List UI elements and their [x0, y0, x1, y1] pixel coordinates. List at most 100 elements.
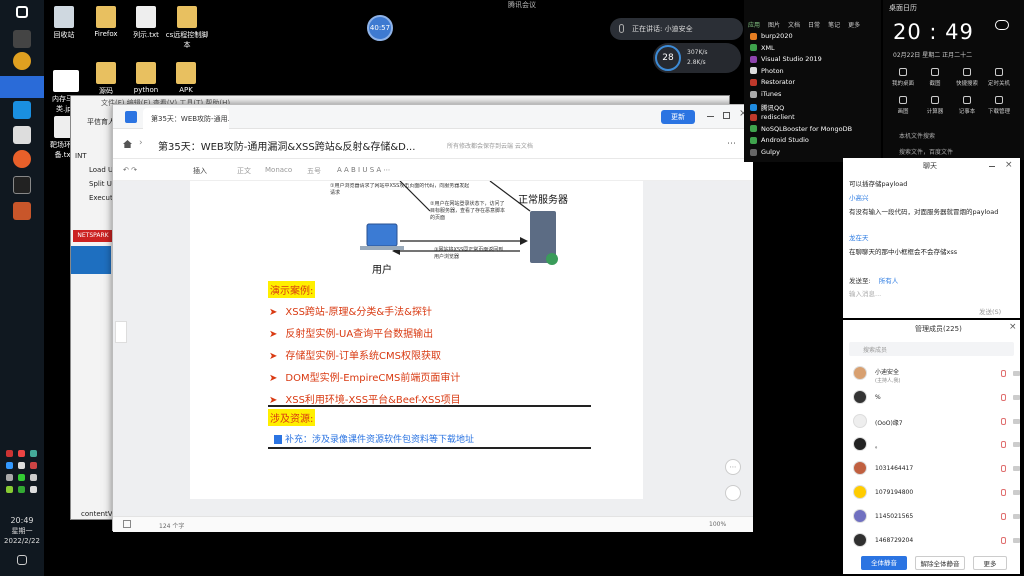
- tray-icon[interactable]: [30, 486, 37, 493]
- chat-input[interactable]: 输入消息...: [849, 288, 881, 298]
- taskbar-time[interactable]: 20:49: [2, 516, 42, 525]
- chevron-right-icon[interactable]: ›: [139, 138, 143, 148]
- baidu-search-input[interactable]: 搜索文件，百度文件: [887, 144, 1020, 156]
- undo-icon[interactable]: ↶ ↷: [123, 166, 137, 174]
- quick-action[interactable]: 记事本: [955, 96, 979, 115]
- video-off-icon[interactable]: [1013, 442, 1020, 448]
- mic-muted-icon[interactable]: [1001, 393, 1006, 401]
- desktop-icon[interactable]: python: [126, 62, 166, 94]
- tray-icon[interactable]: [18, 474, 25, 481]
- app-list-item[interactable]: 腾讯QQ: [750, 102, 784, 112]
- desktop-icon[interactable]: Firefox: [86, 6, 126, 38]
- tray-icon[interactable]: [30, 462, 37, 469]
- member-row[interactable]: 。: [853, 437, 1023, 453]
- app-list-item[interactable]: Photon: [750, 67, 784, 75]
- font-select[interactable]: Monaco: [265, 166, 292, 174]
- doc-title[interactable]: 第35天：WEB攻防-通用漏洞&XSS跨站&反射&存储&D...: [158, 138, 415, 153]
- app-icon-blue[interactable]: [0, 76, 44, 98]
- mic-muted-icon[interactable]: [1001, 417, 1006, 425]
- bg-item[interactable]: Execut: [89, 194, 113, 202]
- size-select[interactable]: 五号: [307, 166, 321, 176]
- notification-icon[interactable]: [17, 555, 27, 565]
- send-to-select[interactable]: 所有人: [879, 277, 899, 285]
- video-off-icon[interactable]: [1013, 513, 1020, 519]
- member-row[interactable]: 小迪安全 (主持人,我): [853, 366, 1023, 384]
- update-button[interactable]: 更新: [661, 110, 695, 124]
- tray-icon[interactable]: [18, 486, 25, 493]
- maximize-icon[interactable]: [723, 112, 730, 119]
- quick-action[interactable]: 截图: [923, 68, 947, 87]
- doc-window[interactable]: 第35天：WEB攻防-通用... 更新 × › 第35天：WEB攻防-通用漏洞&…: [112, 104, 753, 532]
- app-list-item[interactable]: XML: [750, 44, 775, 52]
- mic-muted-icon[interactable]: [1001, 370, 1006, 377]
- member-row[interactable]: 1468729204: [853, 532, 1023, 549]
- app-list-item[interactable]: Android Studio: [750, 136, 809, 144]
- member-row[interactable]: (OoO)缘7: [853, 413, 1023, 430]
- app-list-item[interactable]: NoSQLBooster for MongoDB: [750, 125, 852, 133]
- chrome-icon[interactable]: [13, 52, 31, 70]
- close-icon[interactable]: ×: [1005, 160, 1013, 170]
- member-row[interactable]: 1079194800: [853, 485, 1023, 501]
- app-list-item[interactable]: burp2020: [750, 32, 793, 40]
- meeting-timer[interactable]: 40:57: [367, 15, 393, 41]
- desktop-icon[interactable]: 源码: [86, 62, 126, 96]
- tray-icon[interactable]: [30, 450, 37, 457]
- start-icon[interactable]: [16, 6, 28, 18]
- file-search-input[interactable]: 本机文件搜索: [887, 128, 1020, 140]
- tray-icon[interactable]: [30, 474, 37, 481]
- quick-action[interactable]: 画图: [891, 96, 915, 115]
- quick-action[interactable]: 定时关机: [987, 68, 1011, 87]
- video-off-icon[interactable]: [1013, 466, 1020, 472]
- close-icon[interactable]: ×: [1009, 322, 1017, 332]
- doc-tab[interactable]: 第35天：WEB攻防-通用...: [143, 108, 229, 129]
- mic-muted-icon[interactable]: [1001, 465, 1006, 473]
- home-icon[interactable]: [123, 140, 132, 148]
- app-list-item[interactable]: iTunes: [750, 90, 781, 98]
- doc-page[interactable]: 正常服务器 用户 ①用户浏览器请求了网站中XSS攻击页面的代码，向服务器发起请求…: [190, 181, 643, 499]
- store-icon[interactable]: [13, 101, 31, 119]
- more-icon[interactable]: ⋯: [725, 459, 741, 475]
- apps-tabs[interactable]: 应用 图片 文档 日常 笔记 更多: [748, 20, 860, 29]
- network-widget[interactable]: 28 307K/s 2.8K/s: [653, 43, 741, 73]
- taskview-icon[interactable]: [13, 30, 31, 48]
- bg-item[interactable]: Split UI: [89, 180, 114, 188]
- member-row[interactable]: %: [853, 389, 1023, 406]
- app-list-item[interactable]: Restorator: [750, 78, 795, 86]
- video-off-icon[interactable]: [1013, 371, 1020, 376]
- mic-muted-icon[interactable]: [1001, 536, 1006, 544]
- mic-muted-icon[interactable]: [1001, 441, 1006, 449]
- resource-link[interactable]: 补充：涉及录像课件资源软件包资料等下载地址: [274, 432, 474, 445]
- app-list-item[interactable]: Visual Studio 2019: [750, 55, 822, 63]
- comment-icon[interactable]: [725, 485, 741, 501]
- app-list-item[interactable]: Gulpy: [750, 148, 780, 156]
- mute-all-button[interactable]: 全体静音: [861, 556, 907, 570]
- member-search[interactable]: 搜索成员: [849, 342, 1014, 356]
- video-off-icon[interactable]: [1013, 418, 1020, 424]
- minimize-icon[interactable]: [989, 166, 995, 167]
- tray-icon[interactable]: [18, 462, 25, 469]
- video-off-icon[interactable]: [1013, 490, 1020, 495]
- more-button[interactable]: 更多: [973, 556, 1007, 570]
- member-row[interactable]: 1031464417: [853, 461, 1023, 477]
- app-list-item[interactable]: redisclient: [750, 113, 795, 121]
- bg-item[interactable]: INT: [75, 152, 87, 160]
- tray-icon[interactable]: [6, 486, 13, 493]
- excel-icon[interactable]: [13, 126, 31, 144]
- video-off-icon[interactable]: [1013, 537, 1020, 543]
- send-button[interactable]: 发送(S): [979, 306, 1001, 316]
- format-icons[interactable]: A A B I U S A ⋯: [337, 166, 390, 174]
- member-row[interactable]: 1145021565: [853, 508, 1023, 525]
- mic-muted-icon[interactable]: [1001, 489, 1006, 496]
- desktop-icon[interactable]: 列示.txt: [126, 6, 166, 40]
- outline-toggle[interactable]: [115, 321, 127, 343]
- quick-action[interactable]: 计算器: [923, 96, 947, 115]
- tray-icon[interactable]: [6, 474, 13, 481]
- insert-button[interactable]: 插入: [193, 166, 207, 176]
- quick-action[interactable]: 快捷搜索: [955, 68, 979, 87]
- mic-muted-icon[interactable]: [1001, 512, 1006, 520]
- quick-action[interactable]: 下载管理: [987, 96, 1011, 115]
- outline-icon[interactable]: [123, 520, 131, 528]
- more-icon[interactable]: ⋯: [727, 139, 736, 149]
- desktop-icon[interactable]: APK: [166, 62, 206, 94]
- minimize-icon[interactable]: [707, 116, 714, 117]
